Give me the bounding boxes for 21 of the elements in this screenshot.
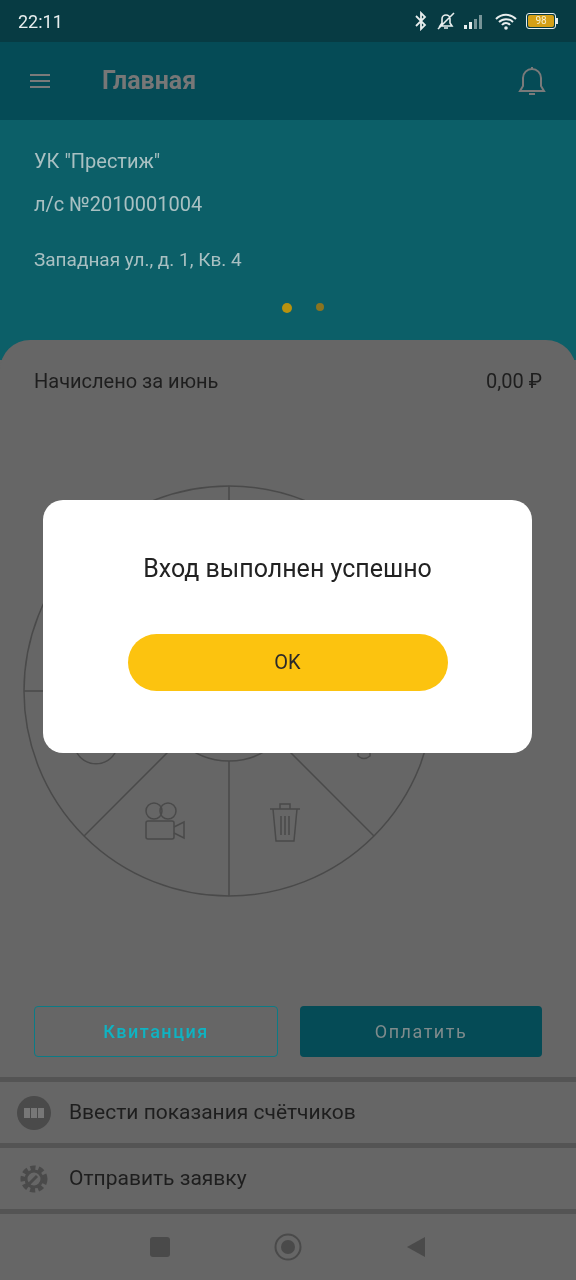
back-icon[interactable] (406, 1235, 426, 1258)
charge-amount: 0,00 ₽ (486, 368, 542, 395)
wifi-icon (494, 12, 518, 30)
menu-label: Отправить заявку (69, 1164, 247, 1192)
charge-label: Начислено за июнь (34, 368, 219, 395)
status-time: 22:11 (18, 9, 63, 34)
dialog-message: Вход выполнен успешно (143, 553, 432, 585)
ok-button[interactable]: OK (127, 633, 448, 691)
receipt-button[interactable]: Квитанция (34, 1006, 278, 1057)
company-name: УК "Престиж" (34, 148, 162, 174)
battery-level: 98 (535, 16, 547, 26)
meters-icon (17, 1095, 51, 1130)
recents-icon[interactable] (150, 1236, 170, 1257)
bluetooth-icon (414, 11, 428, 31)
account-number: л/с №2010001004 (34, 191, 204, 217)
toolbar-title: Главная (102, 65, 197, 98)
menu-label: Ввести показания счётчиков (69, 1098, 356, 1126)
address: Западная ул., д. 1, Кв. 4 (34, 247, 243, 273)
muted-bell-icon (436, 11, 456, 31)
home-icon[interactable] (274, 1232, 302, 1261)
pay-button[interactable]: Оплатить (300, 1006, 542, 1057)
